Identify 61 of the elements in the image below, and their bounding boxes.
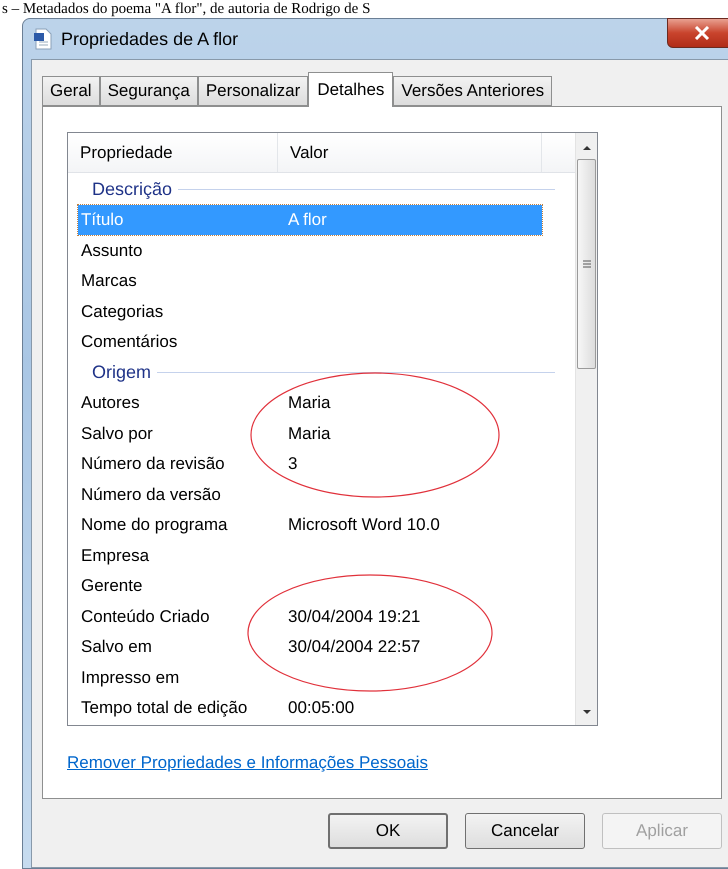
property-value: Maria — [288, 392, 331, 414]
property-name: Tempo total de edição — [80, 697, 248, 719]
property-name: Número da versão — [80, 484, 222, 506]
close-icon — [694, 26, 710, 40]
group-heading: Origem — [92, 360, 152, 384]
property-name: Título — [80, 209, 125, 231]
property-name: Salvo por — [80, 422, 154, 444]
property-row[interactable]: Impresso em — [78, 662, 542, 692]
property-value: Maria — [288, 422, 331, 444]
dialog-button[interactable]: Cancelar — [465, 813, 585, 849]
property-name: Nome do programa — [80, 514, 228, 536]
tab[interactable]: Personalizar — [198, 76, 308, 106]
property-name: Conteúdo Criado — [80, 606, 211, 628]
property-name: Comentários — [80, 331, 178, 353]
property-value: 3 — [288, 453, 298, 475]
scrollbar-thumb[interactable] — [577, 159, 596, 369]
property-row[interactable]: Gerente — [78, 570, 542, 601]
tab[interactable]: Versões Anteriores — [393, 76, 552, 106]
property-row[interactable]: Autores Maria — [78, 388, 542, 418]
property-name: Categorias — [80, 300, 164, 322]
property-row[interactable]: Salvo por Maria — [78, 418, 542, 448]
document-icon — [33, 28, 53, 50]
grip-icon — [582, 260, 592, 268]
property-row[interactable]: Categorias — [78, 296, 542, 326]
column-header[interactable]: Propriedade — [68, 133, 278, 172]
window-title: Propriedades de A flor — [61, 28, 238, 51]
property-value: 30/04/2004 22:57 — [288, 636, 420, 658]
tab[interactable]: Geral — [42, 76, 100, 106]
property-row[interactable]: Nome do programa Microsoft Word 10.0 — [78, 510, 542, 540]
property-value: 00:05:00 — [288, 697, 354, 719]
property-value: Microsoft Word 10.0 — [288, 514, 440, 536]
tab[interactable]: Segurança — [100, 76, 198, 106]
property-row[interactable]: Salvo em 30/04/2004 22:57 — [78, 632, 542, 662]
property-name: Número da revisão — [80, 453, 226, 475]
tab[interactable]: Detalhes — [308, 72, 394, 107]
property-name: Impresso em — [80, 666, 180, 688]
dialog-button[interactable]: OK — [328, 813, 448, 849]
property-name: Assunto — [80, 240, 144, 262]
property-value: 30/04/2004 19:21 — [288, 606, 420, 628]
property-row[interactable]: Marcas — [78, 266, 542, 296]
property-name: Salvo em — [80, 636, 153, 658]
property-row[interactable]: Comentários — [78, 326, 542, 357]
scroll-down-icon[interactable] — [580, 709, 592, 717]
caption-text: s – Metadados do poema "A flor", de autoria de Rodrigo de S — [2, 0, 370, 18]
scroll-up-icon[interactable] — [580, 143, 592, 151]
property-row[interactable]: Tempo total de edição 00:05:00 — [78, 692, 542, 723]
scrollbar[interactable] — [575, 133, 597, 725]
property-value: A flor — [288, 209, 327, 231]
property-row[interactable]: Conteúdo Criado 30/04/2004 19:21 — [78, 601, 542, 632]
property-name: Empresa — [80, 544, 150, 566]
property-name: Marcas — [80, 270, 138, 292]
property-row[interactable]: Número da versão — [78, 479, 542, 510]
column-header[interactable]: Valor — [278, 133, 542, 172]
remove-properties-link[interactable]: Remover Propriedades e Informações Pessoais — [67, 750, 428, 776]
close-button[interactable] — [667, 18, 728, 48]
property-name: Gerente — [80, 575, 144, 597]
property-row[interactable]: Assunto — [78, 235, 542, 266]
property-row[interactable]: Empresa — [78, 540, 542, 570]
property-row[interactable]: Número da revisão 3 — [78, 448, 542, 479]
group-heading: Descrição — [92, 178, 172, 201]
property-name: Autores — [80, 392, 141, 414]
